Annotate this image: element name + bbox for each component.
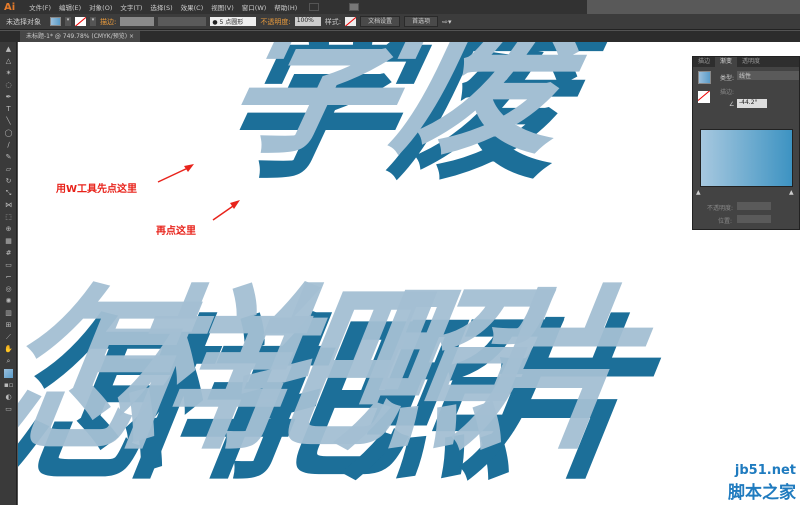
type-tool-icon[interactable]: T: [4, 105, 13, 114]
brush-field[interactable]: ● 5 点圆形: [210, 17, 257, 26]
style-label: 样式:: [324, 17, 342, 26]
lasso-tool-icon[interactable]: ◌: [4, 81, 13, 90]
pencil-tool-icon[interactable]: ✎: [4, 153, 13, 162]
bottom-text: 怎样把照片: [18, 270, 691, 474]
preferences-button[interactable]: 首选项: [404, 16, 439, 27]
stop-position-field[interactable]: [737, 215, 771, 223]
angle-field[interactable]: -44.2°: [737, 99, 767, 108]
perspective-tool-icon[interactable]: ▦: [4, 237, 13, 246]
menu-object[interactable]: 对象(O): [85, 2, 116, 12]
artboard-canvas[interactable]: 学废 学废 怎样把照片 怎样把照片 用W工具先点这里 再点这里 jb51.net…: [18, 42, 800, 505]
watermark-site: jb51.net: [734, 463, 796, 478]
slice-tool-icon[interactable]: ⟋: [4, 333, 13, 342]
opacity-label: 不透明度:: [707, 205, 734, 212]
menu-select[interactable]: 选择(S): [146, 2, 176, 12]
angle-icon: ∠: [729, 101, 735, 108]
menu-help[interactable]: 帮助(H): [270, 2, 301, 12]
scale-tool-icon[interactable]: ⤡: [4, 189, 13, 198]
direct-selection-tool-icon[interactable]: △: [4, 57, 13, 66]
variable-width-field[interactable]: [158, 17, 207, 26]
brush-tool-icon[interactable]: ∕: [4, 141, 13, 150]
blend-tool-icon[interactable]: ◎: [4, 285, 13, 294]
opacity-field[interactable]: 100%: [294, 17, 321, 26]
fill-stroke-icon[interactable]: [4, 369, 13, 378]
annotation-second: 再点这里: [156, 226, 196, 237]
search-area: [587, 0, 800, 15]
tools-panel: ▲ △ ✶ ◌ ✒ T ╲ ◯ ∕ ✎ ▱ ↻ ⤡ ⋈ ⬚ ⊕ ▦ # ▭ ⌐ …: [0, 42, 17, 505]
type-label: 类型:: [720, 75, 735, 82]
watermark-name: 脚本之家: [728, 483, 796, 503]
gradient-panel: 描边 渐变 透明度 类型: 线性 描边: ∠ -44.2° ▲ ▲ 不透明度: …: [692, 56, 800, 230]
zoom-tool-icon[interactable]: ⌕: [4, 357, 13, 366]
screen-mode-icon[interactable]: ▭: [4, 405, 13, 414]
menu-type[interactable]: 文字(T): [116, 2, 146, 12]
menu-edit[interactable]: 编辑(E): [55, 2, 85, 12]
fill-swatch[interactable]: [50, 17, 61, 26]
eyedropper-tool-icon[interactable]: ⌐: [4, 273, 13, 282]
close-tab-icon[interactable]: ×: [129, 33, 134, 40]
stroke-weight-field[interactable]: [120, 17, 155, 26]
mesh-tool-icon[interactable]: #: [4, 249, 13, 258]
draw-mode-icon[interactable]: ◐: [4, 393, 13, 402]
pen-tool-icon[interactable]: ✒: [4, 93, 13, 102]
stroke-dropdown[interactable]: ▾: [90, 17, 96, 26]
stop-opacity-field[interactable]: [737, 202, 771, 210]
stroke-label[interactable]: 描边:: [100, 17, 116, 27]
document-tab-bar: 未标题-1* @ 749.78% (CMYK/预览) ×: [0, 31, 800, 42]
width-tool-icon[interactable]: ⋈: [4, 201, 13, 210]
menu-bar: Ai 文件(F) 编辑(E) 对象(O) 文字(T) 选择(S) 效果(C) 视…: [0, 0, 800, 15]
tab-gradient[interactable]: 渐变: [715, 57, 738, 67]
tab-transparency[interactable]: 透明度: [737, 57, 765, 67]
document-setup-button[interactable]: 文档设置: [360, 16, 401, 27]
gradient-stop-right[interactable]: ▲: [789, 189, 794, 196]
selection-status: 未选择对象: [6, 17, 41, 26]
gradient-fill-stroke-icon[interactable]: [698, 91, 710, 103]
stroke-swatch[interactable]: [75, 17, 86, 26]
opacity-label[interactable]: 不透明度:: [260, 17, 290, 27]
tab-stroke[interactable]: 描边: [693, 57, 715, 67]
menu-file[interactable]: 文件(F): [25, 2, 55, 12]
gradient-tool-icon[interactable]: ▭: [4, 261, 13, 270]
ellipse-tool-icon[interactable]: ◯: [4, 129, 13, 138]
artboard-tool-icon[interactable]: ⊞: [4, 321, 13, 330]
workspace-icon[interactable]: [349, 3, 360, 11]
style-swatch[interactable]: [345, 17, 357, 26]
menu-effect[interactable]: 效果(C): [177, 2, 208, 12]
eraser-tool-icon[interactable]: ▱: [4, 165, 13, 174]
gradient-stop-left[interactable]: ▲: [696, 189, 701, 196]
color-mode-icon[interactable]: ▪▫: [4, 381, 14, 390]
arrange-icon[interactable]: ⇨▾: [442, 18, 451, 26]
annotation-first: 用W工具先点这里: [56, 184, 138, 195]
menu-window[interactable]: 窗口(W): [238, 2, 271, 12]
top-text: 学废: [200, 42, 632, 178]
document-title: 未标题-1* @ 749.78% (CMYK/预览): [26, 33, 128, 40]
rotate-tool-icon[interactable]: ↻: [4, 177, 13, 186]
magic-wand-tool-icon[interactable]: ✶: [4, 69, 13, 78]
control-bar: 未选择对象 ▾ ▾ 描边: ● 5 点圆形 不透明度: 100% 样式: 文档设…: [0, 14, 800, 30]
artwork: 学废 学废 怎样把照片 怎样把照片: [18, 42, 699, 503]
fill-dropdown[interactable]: ▾: [65, 17, 71, 26]
line-tool-icon[interactable]: ╲: [4, 117, 13, 126]
graph-tool-icon[interactable]: ▥: [4, 309, 13, 318]
position-label: 位置:: [718, 218, 733, 225]
bridge-icon[interactable]: [309, 3, 320, 11]
shape-builder-tool-icon[interactable]: ⊕: [4, 225, 13, 234]
gradient-slider[interactable]: [700, 129, 793, 187]
watermark: jb51.net 脚本之家: [728, 463, 796, 503]
hand-tool-icon[interactable]: ✋: [4, 345, 13, 354]
document-tab[interactable]: 未标题-1* @ 749.78% (CMYK/预览) ×: [20, 31, 141, 42]
free-transform-tool-icon[interactable]: ⬚: [4, 213, 13, 222]
menu-view[interactable]: 视图(V): [207, 2, 238, 12]
app-logo: Ai: [4, 1, 16, 13]
selection-tool-icon[interactable]: ▲: [4, 45, 13, 54]
type-select[interactable]: 线性: [737, 71, 799, 80]
gradient-preview-swatch[interactable]: [698, 71, 711, 84]
symbol-sprayer-tool-icon[interactable]: ✺: [4, 297, 13, 306]
stroke-label: 描边:: [720, 89, 735, 96]
